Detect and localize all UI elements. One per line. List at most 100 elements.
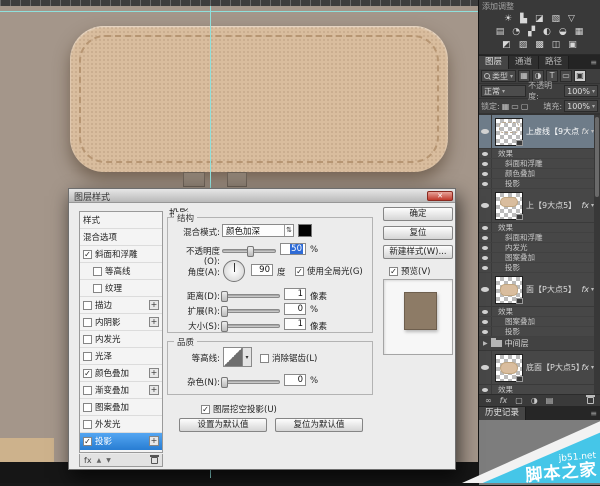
lock-transparency-icon[interactable]: ▦ bbox=[502, 102, 510, 111]
checkbox[interactable] bbox=[83, 352, 92, 361]
layer-group-row[interactable]: ▶ 中间层 bbox=[479, 337, 600, 351]
layer-row-top[interactable]: 上【9大点5】 fx ▾ bbox=[479, 189, 600, 223]
new-group-icon[interactable]: ▤ bbox=[546, 396, 554, 405]
photo-filter-icon[interactable]: ◐ bbox=[543, 26, 551, 39]
style-item-inner-glow[interactable]: 内发光 bbox=[80, 331, 162, 348]
blending-options-item[interactable]: 混合选项 bbox=[80, 229, 162, 246]
add-mask-icon[interactable]: ▢ bbox=[515, 396, 523, 405]
visibility-eye-icon[interactable] bbox=[481, 287, 489, 292]
layer-style-fx-icon[interactable]: fx bbox=[500, 396, 508, 405]
add-instance-icon[interactable]: + bbox=[149, 317, 159, 327]
move-up-icon[interactable]: ▲ bbox=[97, 457, 102, 464]
fill-select[interactable]: 100% ▾ bbox=[564, 100, 598, 112]
checkbox[interactable] bbox=[93, 284, 102, 293]
slider-thumb[interactable] bbox=[221, 291, 228, 302]
contour-thumbnail[interactable] bbox=[223, 347, 243, 367]
visibility-eye-icon[interactable] bbox=[481, 365, 489, 370]
distance-slider[interactable] bbox=[222, 294, 280, 298]
style-item-texture[interactable]: 纹理 bbox=[80, 280, 162, 297]
knockout-checkbox[interactable]: ✓ 图层挖空投影(U) bbox=[201, 403, 277, 415]
close-icon[interactable]: ✕ bbox=[427, 191, 453, 201]
size-input[interactable]: 1 bbox=[284, 318, 306, 330]
contour-dropdown-icon[interactable]: ▾ bbox=[243, 347, 252, 367]
preview-checkbox[interactable]: ✓ 预览(V) bbox=[389, 265, 430, 277]
lock-position-icon[interactable]: ▭ bbox=[511, 102, 519, 111]
checkbox[interactable] bbox=[83, 403, 92, 412]
checkbox[interactable] bbox=[83, 335, 92, 344]
fx-badge[interactable]: fx bbox=[579, 127, 591, 136]
style-item-bevel-emboss[interactable]: ✓斜面和浮雕 bbox=[80, 246, 162, 263]
filter-type-select[interactable]: 类型 ▾ bbox=[481, 70, 516, 82]
checkbox[interactable] bbox=[83, 318, 92, 327]
style-item-satin[interactable]: 光泽 bbox=[80, 348, 162, 365]
opacity-input[interactable]: 50 bbox=[280, 243, 306, 255]
add-instance-icon[interactable]: + bbox=[149, 385, 159, 395]
delete-layer-icon[interactable] bbox=[587, 397, 594, 404]
stepper-icon[interactable]: ⇅ bbox=[284, 225, 293, 236]
noise-input[interactable]: 0 bbox=[284, 374, 306, 386]
fx-badge[interactable]: fx bbox=[579, 363, 591, 372]
layer-row-bottom[interactable]: 底面【P大点5】 fx ▾ bbox=[479, 351, 600, 385]
visibility-eye-icon[interactable] bbox=[482, 310, 488, 314]
link-layers-icon[interactable]: ∞ bbox=[485, 396, 492, 405]
checkbox[interactable]: ✓ bbox=[83, 369, 92, 378]
blend-mode-select[interactable]: 颜色加深 ⇅ bbox=[222, 224, 294, 237]
angle-dial[interactable] bbox=[223, 260, 245, 282]
visibility-eye-icon[interactable] bbox=[482, 330, 488, 334]
layer-blend-mode-select[interactable]: 正常 ▾ bbox=[481, 85, 526, 97]
layer-opacity-select[interactable]: 100% ▾ bbox=[564, 85, 598, 97]
style-item-color-overlay[interactable]: ✓颜色叠加+ bbox=[80, 365, 162, 382]
posterize-icon[interactable]: ▨ bbox=[519, 39, 528, 52]
exposure-icon[interactable]: ▧ bbox=[552, 13, 561, 26]
tab-history[interactable]: 历史记录 bbox=[479, 407, 526, 420]
channel-mixer-icon[interactable]: ◒ bbox=[559, 26, 567, 39]
visibility-eye-icon[interactable] bbox=[482, 388, 488, 392]
visibility-eye-icon[interactable] bbox=[482, 236, 488, 240]
black-white-icon[interactable]: ▞ bbox=[528, 26, 535, 39]
effects-header-row[interactable]: 效果 bbox=[479, 385, 600, 394]
effect-row[interactable]: 投影 bbox=[479, 263, 600, 273]
style-item-pattern-overlay[interactable]: 图案叠加 bbox=[80, 399, 162, 416]
styles-header[interactable]: 样式 bbox=[80, 212, 162, 229]
ok-button[interactable]: 确定 bbox=[383, 207, 453, 221]
effect-row[interactable]: 投影 bbox=[479, 179, 600, 189]
checkbox[interactable] bbox=[83, 386, 92, 395]
color-lookup-icon[interactable]: ▦ bbox=[575, 26, 584, 39]
panel-menu-icon[interactable]: ≡ bbox=[590, 56, 600, 69]
visibility-eye-icon[interactable] bbox=[482, 246, 488, 250]
visibility-eye-icon[interactable] bbox=[482, 152, 488, 156]
gradient-map-icon[interactable]: ▣ bbox=[568, 39, 577, 52]
levels-icon[interactable]: ▙ bbox=[520, 13, 527, 26]
size-slider[interactable] bbox=[222, 324, 280, 328]
checkbox[interactable] bbox=[93, 267, 102, 276]
threshold-icon[interactable]: ▩ bbox=[535, 39, 544, 52]
spread-input[interactable]: 0 bbox=[284, 303, 306, 315]
caret-right-icon[interactable]: ▶ bbox=[479, 340, 488, 347]
panel-menu-icon[interactable]: ≡ bbox=[590, 407, 600, 420]
checkbox[interactable]: ✓ bbox=[83, 250, 92, 259]
hue-saturation-icon[interactable]: ▤ bbox=[496, 26, 505, 39]
horizontal-guide[interactable] bbox=[0, 11, 478, 12]
layer-row-face[interactable]: 面【P大点5】 fx ▾ bbox=[479, 273, 600, 307]
fx-badge[interactable]: fx bbox=[579, 201, 591, 210]
layer-thumbnail[interactable] bbox=[495, 276, 523, 304]
tab-layers[interactable]: 图层 bbox=[479, 56, 509, 69]
visibility-eye-icon[interactable] bbox=[482, 320, 488, 324]
filter-toggle-icon[interactable]: ▣ bbox=[574, 70, 586, 82]
new-adjustment-icon[interactable]: ◑ bbox=[531, 396, 538, 405]
style-item-outer-glow[interactable]: 外发光 bbox=[80, 416, 162, 433]
visibility-eye-icon[interactable] bbox=[481, 203, 489, 208]
slider-thumb[interactable] bbox=[247, 246, 254, 257]
curves-icon[interactable]: ◪ bbox=[535, 13, 544, 26]
antialias-checkbox[interactable]: 消除锯齿(L) bbox=[260, 352, 317, 364]
spread-slider[interactable] bbox=[222, 309, 280, 313]
tab-channels[interactable]: 通道 bbox=[509, 56, 539, 69]
noise-slider[interactable] bbox=[222, 380, 280, 384]
fx-badge[interactable]: fx bbox=[579, 285, 591, 294]
checkbox[interactable]: ✓ bbox=[83, 437, 92, 446]
delete-style-icon[interactable] bbox=[151, 457, 158, 464]
visibility-eye-icon[interactable] bbox=[482, 172, 488, 176]
selective-color-icon[interactable]: ◫ bbox=[552, 39, 561, 52]
visibility-eye-icon[interactable] bbox=[482, 266, 488, 270]
layer-thumbnail[interactable] bbox=[495, 354, 523, 382]
